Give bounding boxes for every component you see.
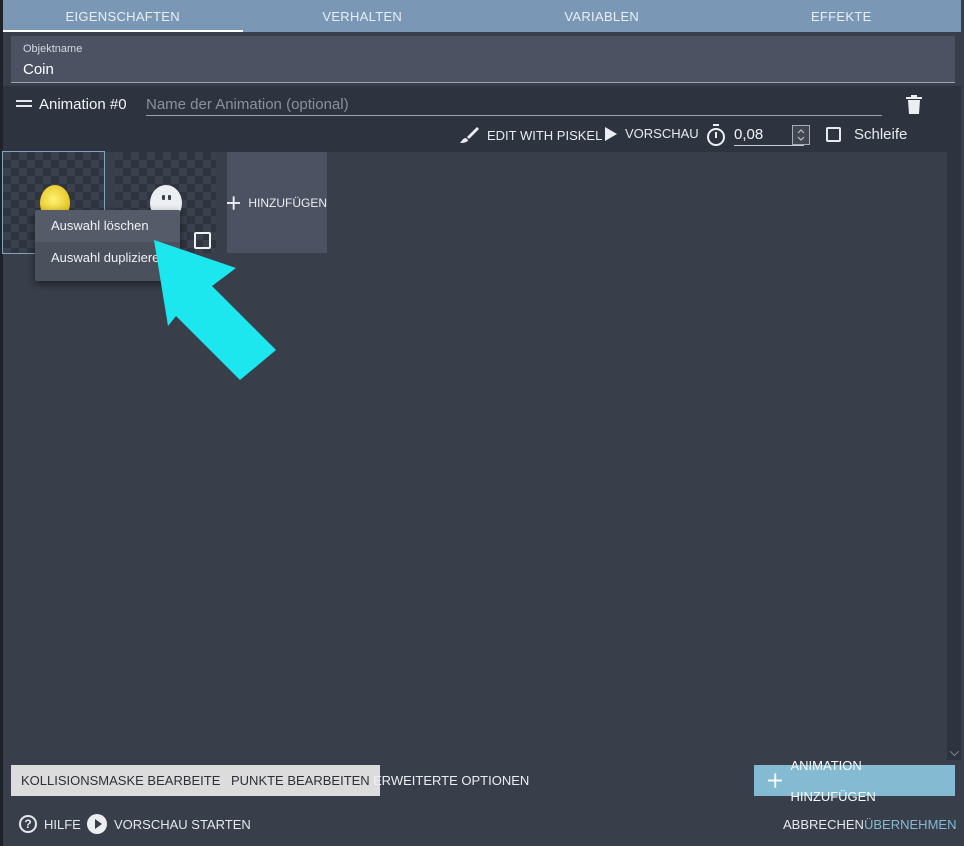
apply-button[interactable]: ÜBERNEHMEN bbox=[864, 813, 956, 835]
edit-points-button[interactable]: PUNKTE BEARBEITEN bbox=[221, 765, 380, 796]
tab-eigenschaften[interactable]: EIGENSCHAFTEN bbox=[3, 0, 243, 32]
pointer-arrow-annotation bbox=[154, 240, 276, 380]
object-name-field[interactable]: Objektname Coin bbox=[11, 36, 955, 83]
object-name-label: Objektname bbox=[23, 43, 83, 55]
tab-variablen[interactable]: VARIABLEN bbox=[482, 0, 722, 32]
add-frame-label: HINZUFÜGEN bbox=[248, 195, 327, 210]
preview-label: VORSCHAU bbox=[625, 126, 699, 141]
animation-title: Animation #0 bbox=[39, 96, 127, 113]
drag-handle-icon[interactable] bbox=[16, 100, 32, 108]
tab-bar: EIGENSCHAFTEN VERHALTEN VARIABLEN EFFEKT… bbox=[3, 0, 961, 32]
loop-checkbox[interactable] bbox=[826, 127, 841, 142]
help-icon: ? bbox=[19, 815, 37, 833]
edit-with-piskel-button[interactable]: EDIT WITH PISKEL bbox=[459, 126, 602, 144]
brush-icon bbox=[460, 127, 479, 143]
start-preview-button[interactable]: VORSCHAU STARTEN bbox=[87, 813, 251, 835]
help-button[interactable]: ? HILFE bbox=[19, 813, 81, 835]
object-name-value[interactable]: Coin bbox=[23, 61, 54, 78]
frame-timer bbox=[706, 124, 804, 146]
plus-icon bbox=[227, 195, 241, 210]
stopwatch-icon bbox=[707, 124, 725, 146]
plus-icon bbox=[768, 773, 783, 788]
loop-label: Schleife bbox=[854, 126, 908, 143]
timer-spinner[interactable] bbox=[792, 125, 810, 145]
scroll-down-icon[interactable] bbox=[950, 747, 959, 756]
preview-button[interactable]: VORSCHAU bbox=[605, 126, 699, 141]
edit-collision-mask-button[interactable]: KOLLISIONSMASKE BEARBEITEN bbox=[11, 765, 240, 796]
tab-verhalten[interactable]: VERHALTEN bbox=[243, 0, 483, 32]
tab-effekte[interactable]: EFFEKTE bbox=[722, 0, 962, 32]
start-preview-label: VORSCHAU STARTEN bbox=[114, 816, 251, 832]
spinner-arrows-icon bbox=[797, 129, 805, 141]
advanced-options-button[interactable]: ERWEITERTE OPTIONEN bbox=[363, 765, 539, 796]
add-animation-button[interactable]: ANIMATION HINZUFÜGEN bbox=[754, 758, 955, 804]
add-animation-label: ANIMATION HINZUFÜGEN bbox=[790, 757, 876, 804]
play-circle-icon bbox=[87, 814, 107, 834]
animation-header: Animation #0 EDIT WITH PISKEL VORSCHAU bbox=[3, 86, 961, 152]
cancel-button[interactable]: ABBRECHEN bbox=[783, 813, 864, 835]
play-icon bbox=[605, 126, 617, 141]
scrollbar[interactable] bbox=[947, 86, 961, 760]
loop-toggle[interactable]: Schleife bbox=[826, 126, 907, 143]
edit-with-piskel-label: EDIT WITH PISKEL bbox=[487, 127, 603, 143]
help-label: HILFE bbox=[44, 816, 81, 832]
trash-icon[interactable] bbox=[906, 95, 922, 114]
animation-name-input[interactable] bbox=[146, 93, 882, 116]
